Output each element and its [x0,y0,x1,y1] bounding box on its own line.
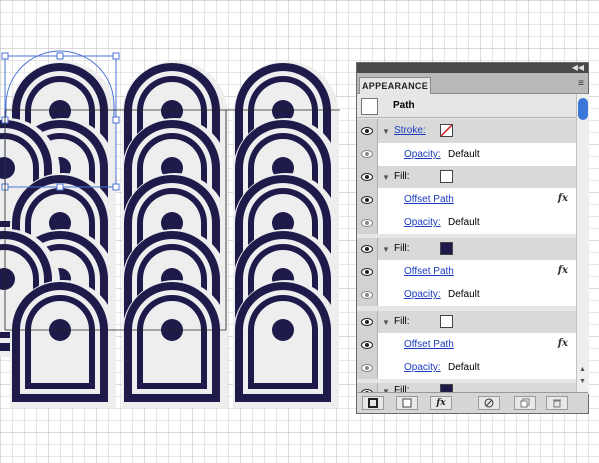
opacity-row[interactable]: Opacity: Default [357,143,576,166]
visibility-eye-icon[interactable] [361,245,373,253]
visibility-eye-icon[interactable] [361,341,373,349]
opacity-value: Default [448,149,480,160]
fill-row[interactable]: ▼ Fill: [357,238,576,260]
opacity-row[interactable]: Opacity: Default [357,212,576,234]
add-new-effect-button[interactable]: fx [430,396,452,410]
offset-path-link[interactable]: Offset Path [404,339,454,350]
fx-icon[interactable]: fx [558,265,568,276]
visibility-eye-icon[interactable] [361,318,373,326]
opacity-label[interactable]: Opacity: [404,217,441,228]
stroke-swatch-none[interactable] [440,124,453,137]
visibility-eye-icon[interactable] [361,127,373,135]
visibility-eye-icon[interactable] [361,219,373,227]
scroll-thumb[interactable] [578,98,588,120]
effect-row[interactable]: Offset Path fx [357,260,576,284]
opacity-value: Default [448,217,480,228]
visibility-eye-icon[interactable] [361,291,373,299]
panel-tab-row: APPEARANCE ≡ [357,73,588,94]
stroke-label[interactable]: Stroke: [394,125,426,136]
opacity-row[interactable]: Opacity: Default [357,357,576,379]
fill-swatch[interactable] [440,315,453,328]
appearance-panel: ◀◀ APPEARANCE ≡ Path ▼ Stroke: Opacity: … [356,62,589,414]
stroke-row[interactable]: ▼ Stroke: [357,119,576,143]
fill-label: Fill: [394,243,410,254]
object-label: Path [393,100,415,111]
scale-tile [233,280,339,408]
tab-appearance[interactable]: APPEARANCE [359,77,431,94]
scale-pattern-artwork [0,61,339,408]
fill-row[interactable]: ▼ Fill: [357,166,576,188]
effect-row[interactable]: Offset Path fx [357,188,576,212]
opacity-label[interactable]: Opacity: [404,362,441,373]
collapse-panel-icon[interactable]: ◀◀ [572,63,584,73]
add-new-stroke-button[interactable] [362,396,384,410]
effect-row[interactable]: Offset Path fx [357,333,576,357]
panel-menu-icon[interactable]: ≡ [578,78,584,89]
visibility-eye-icon[interactable] [361,364,373,372]
visibility-eye-icon[interactable] [361,196,373,204]
object-thumbnail [361,98,378,115]
offset-path-link[interactable]: Offset Path [404,266,454,277]
fill-label: Fill: [394,316,410,327]
visibility-eye-icon[interactable] [361,150,373,158]
expand-triangle-icon[interactable]: ▼ [382,318,390,327]
opacity-label[interactable]: Opacity: [404,289,441,300]
panel-scrollbar[interactable]: ▲ ▼ [576,94,589,394]
opacity-value: Default [448,289,480,300]
fill-swatch-navy[interactable] [440,242,453,255]
scroll-up-icon[interactable]: ▲ [579,366,586,373]
duplicate-item-button[interactable] [514,396,536,410]
visibility-eye-icon[interactable] [361,173,373,181]
expand-triangle-icon[interactable]: ▼ [382,127,390,136]
fill-row[interactable]: ▼ Fill: [357,311,576,333]
opacity-value: Default [448,362,480,373]
offset-path-link[interactable]: Offset Path [404,194,454,205]
scale-tile [10,280,116,408]
clear-appearance-button[interactable] [478,396,500,410]
fx-icon[interactable]: fx [558,338,568,349]
scale-tile [122,280,228,408]
opacity-label[interactable]: Opacity: [404,149,441,160]
delete-item-button[interactable] [546,396,568,410]
visibility-eye-icon[interactable] [361,268,373,276]
add-new-fill-button[interactable] [396,396,418,410]
panel-title-bar[interactable]: ◀◀ [357,63,588,73]
fill-swatch[interactable] [440,170,453,183]
fill-label: Fill: [394,171,410,182]
opacity-row[interactable]: Opacity: Default [357,284,576,306]
fx-icon[interactable]: fx [558,193,568,204]
panel-bottom-toolbar: fx [357,392,588,413]
appearance-rows: Path ▼ Stroke: Opacity: Default ▼ Fill: … [357,94,576,394]
object-row[interactable]: Path [357,94,576,118]
scroll-down-icon[interactable]: ▼ [579,378,586,385]
expand-triangle-icon[interactable]: ▼ [382,173,390,182]
expand-triangle-icon[interactable]: ▼ [382,245,390,254]
